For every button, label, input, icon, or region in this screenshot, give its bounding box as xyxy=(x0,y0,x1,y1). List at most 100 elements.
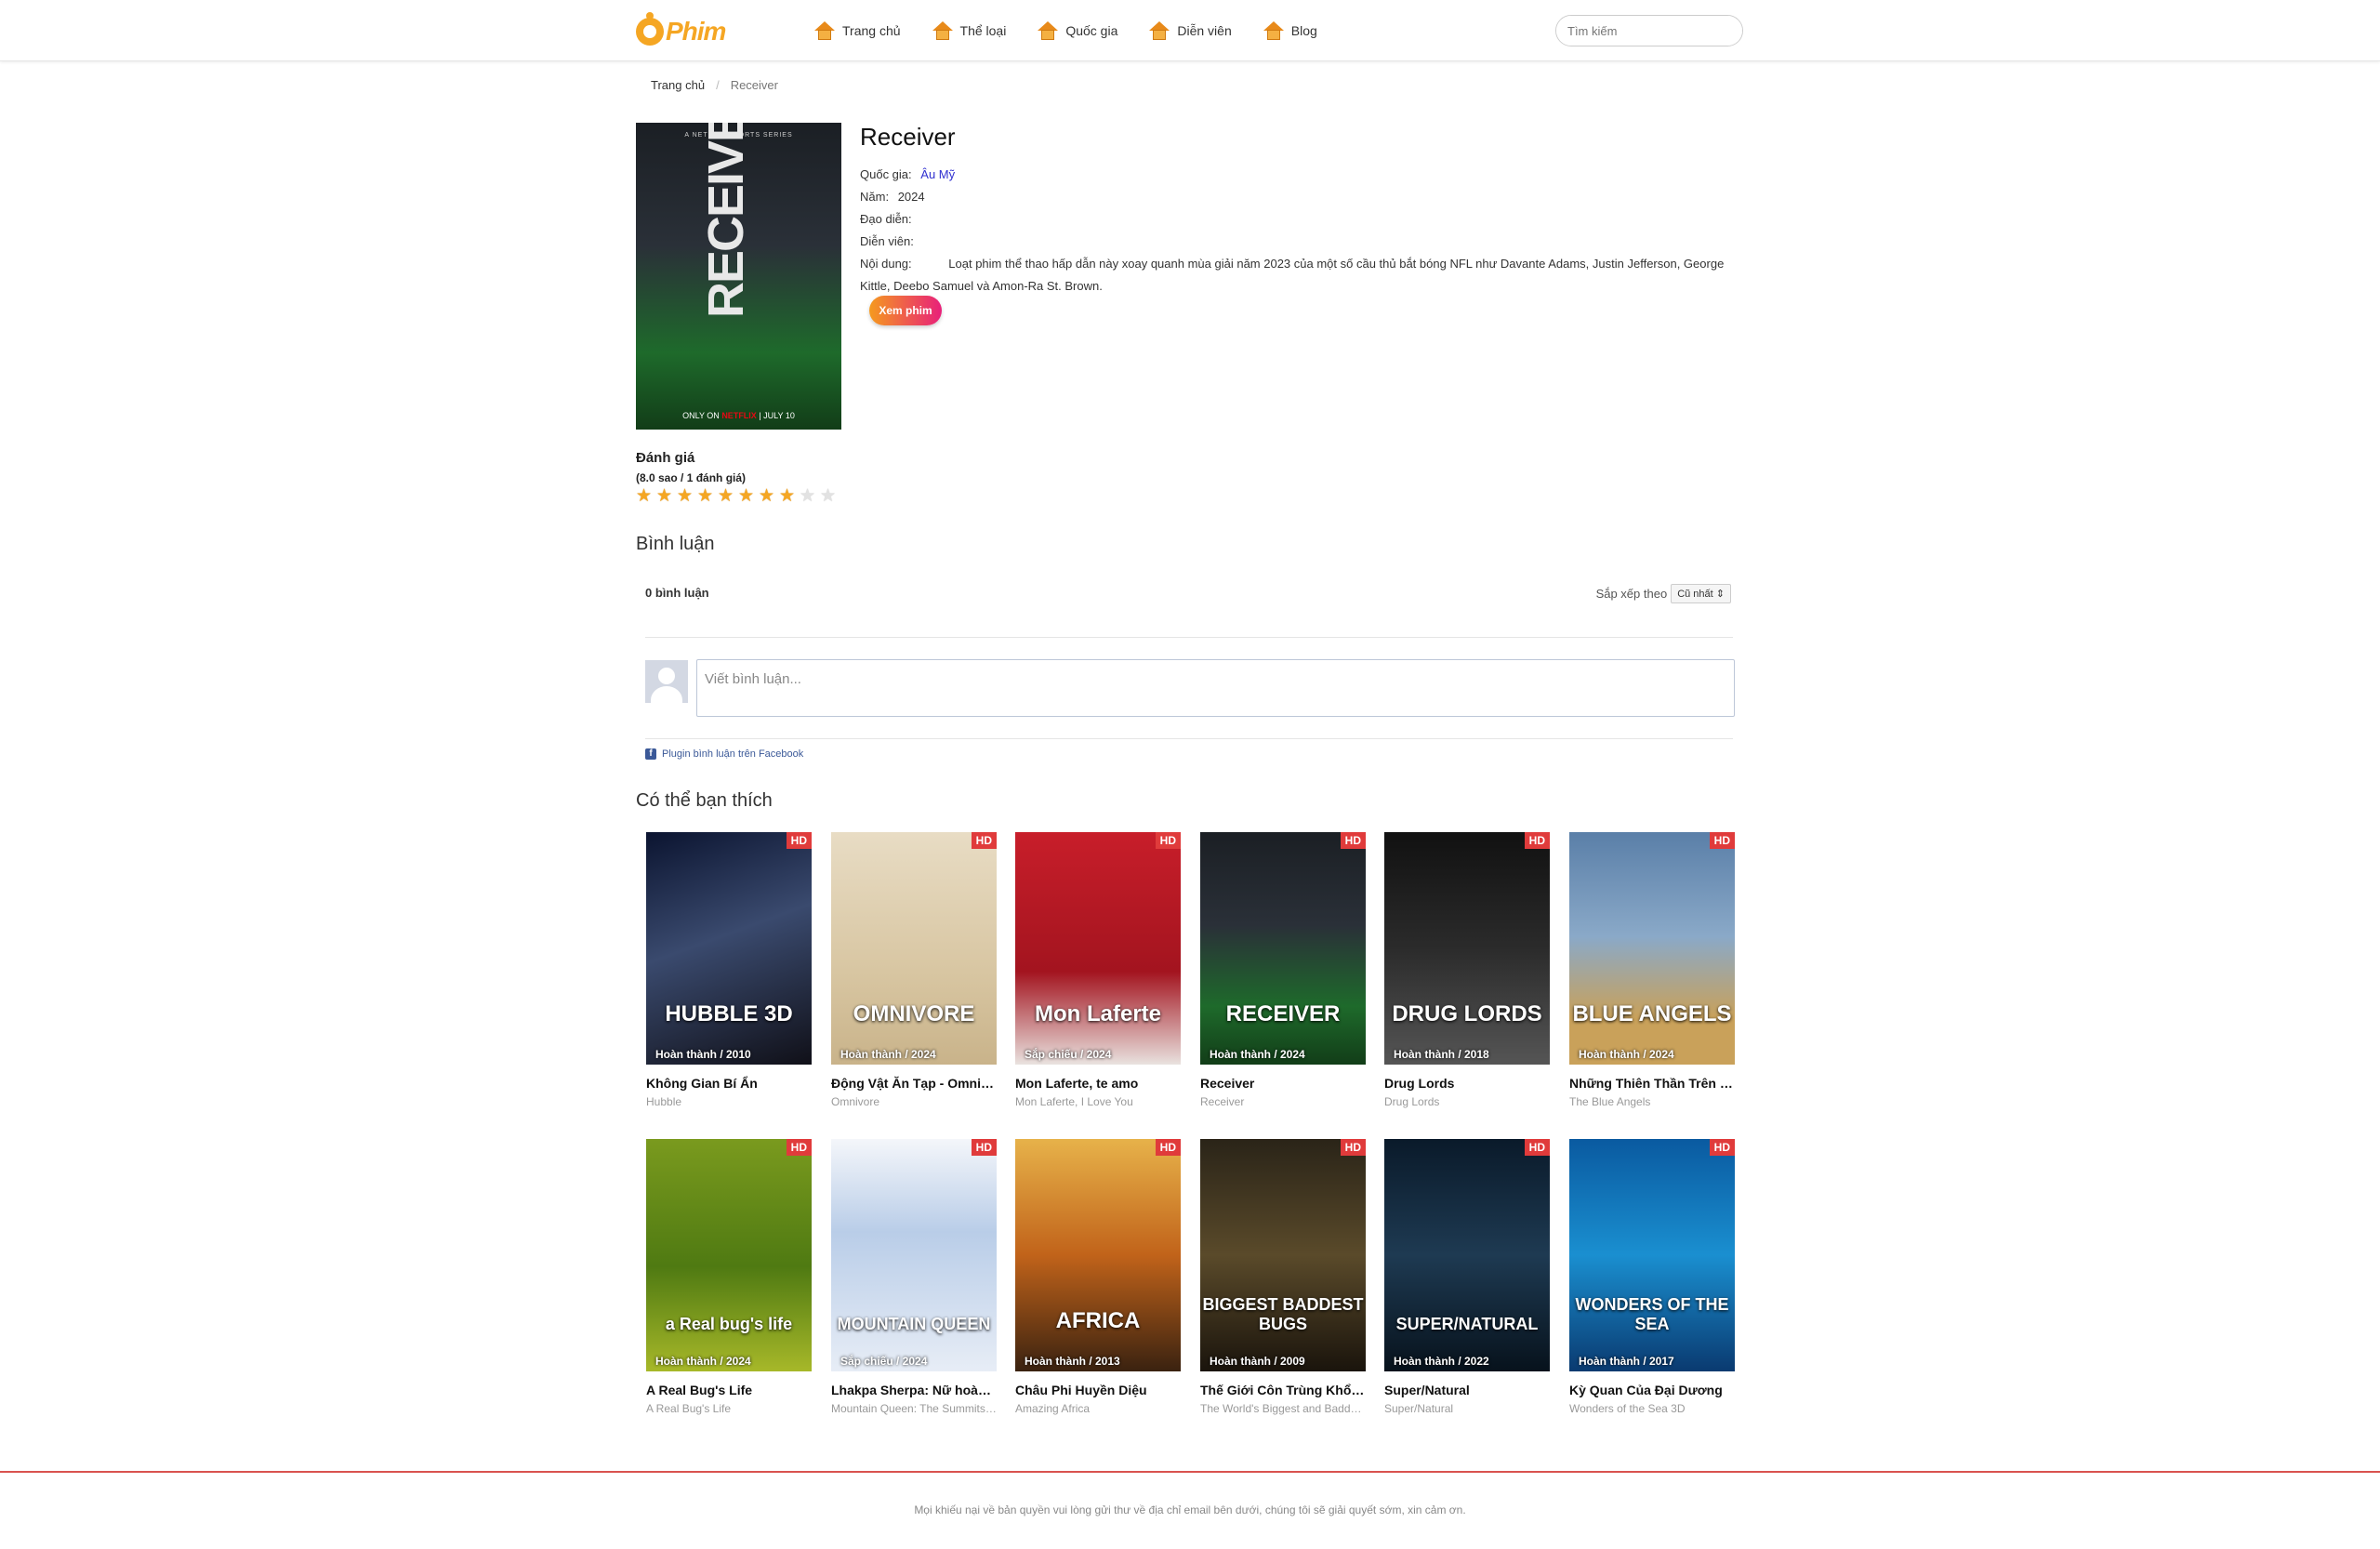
movie-card[interactable]: Mon Laferte HD Sắp chiếu / 2024 Mon Laferte… xyxy=(1015,832,1181,1108)
status-label: Hoàn thành / 2009 xyxy=(1210,1355,1305,1368)
movie-card-title[interactable]: Kỳ Quan Của Đại Dương xyxy=(1569,1383,1735,1397)
movie-card[interactable]: BLUE ANGELS HD Hoàn thành / 2024 Những Thiê… xyxy=(1569,832,1735,1108)
movie-card[interactable]: WONDERS OF THE SEA HD Hoàn thành / 2017 Kỳ … xyxy=(1569,1139,1735,1415)
poster-title: a Real bug's life xyxy=(665,1315,793,1333)
movie-card-title[interactable]: Drug Lords xyxy=(1384,1076,1550,1091)
home-icon xyxy=(1038,21,1059,40)
status-label: Hoàn thành / 2024 xyxy=(840,1048,936,1061)
movie-card[interactable]: HUBBLE 3D HD Hoàn thành / 2010 Không Gian B… xyxy=(646,832,812,1108)
home-icon xyxy=(1149,21,1170,40)
movie-card-original-title: A Real Bug's Life xyxy=(646,1402,732,1415)
movie-card-title[interactable]: Super/Natural xyxy=(1384,1383,1550,1397)
movie-card-poster[interactable]: OMNIVORE HD Hoàn thành / 2024 xyxy=(831,832,997,1065)
star-icon[interactable]: ★ xyxy=(718,487,736,506)
hd-badge: HD xyxy=(786,832,812,849)
movie-card-title[interactable]: Thế Giới Côn Trùng Khổng Lồ xyxy=(1200,1383,1366,1397)
rating-summary: (8.0 sao / 1 đánh giá) xyxy=(636,471,747,484)
poster-title: BIGGEST BADDEST BUGS xyxy=(1202,1295,1364,1333)
poster-title: HUBBLE 3D xyxy=(665,1001,793,1026)
star-icon[interactable]: ★ xyxy=(738,487,757,506)
movie-card-poster[interactable]: BLUE ANGELS HD Hoàn thành / 2024 xyxy=(1569,832,1735,1065)
search-button[interactable] xyxy=(1742,16,1743,46)
movie-card-title[interactable]: Không Gian Bí Ẩn xyxy=(646,1076,812,1091)
movie-card-title[interactable]: Receiver xyxy=(1200,1076,1366,1091)
movie-title: Receiver xyxy=(860,123,956,151)
movie-card-poster[interactable]: SUPER/NATURAL HD Hoàn thành / 2022 xyxy=(1384,1139,1550,1371)
star-icon[interactable]: ★ xyxy=(677,487,695,506)
movie-card-poster[interactable]: a Real bug's life HD Hoàn thành / 2024 xyxy=(646,1139,812,1371)
poster-brand: ONLY ON NETFLIX | JULY 10 xyxy=(682,411,795,420)
movie-card[interactable]: OMNIVORE HD Hoàn thành / 2024 Động Vật Ăn T… xyxy=(831,832,997,1108)
star-icon[interactable]: ★ xyxy=(636,487,654,506)
poster-title: WONDERS OF THE SEA xyxy=(1575,1295,1729,1333)
nav-item-home[interactable]: Trang chủ xyxy=(814,21,901,40)
movie-card-poster[interactable]: DRUG LORDS HD Hoàn thành / 2018 xyxy=(1384,832,1550,1065)
status-label: Hoàn thành / 2024 xyxy=(1579,1048,1674,1061)
search-input[interactable] xyxy=(1556,16,1742,46)
star-icon[interactable]: ★ xyxy=(656,487,675,506)
movie-card[interactable]: AFRICA HD Hoàn thành / 2013 Châu Phi Huyền … xyxy=(1015,1139,1181,1415)
movie-card-poster[interactable]: HUBBLE 3D HD Hoàn thành / 2010 xyxy=(646,832,812,1065)
sort-select[interactable]: Cũ nhất ⇕ xyxy=(1671,584,1731,603)
nav-item-actors[interactable]: Diễn viên xyxy=(1149,21,1232,40)
facebook-icon: f xyxy=(645,748,656,760)
status-label: Hoàn thành / 2024 xyxy=(655,1355,751,1368)
star-icon[interactable]: ★ xyxy=(820,487,839,506)
avatar xyxy=(645,660,688,703)
status-label: Sắp chiếu / 2024 xyxy=(840,1355,928,1368)
nav-item-genre[interactable]: Thể loại xyxy=(932,21,1006,40)
footer-text: Mọi khiếu nại về bản quyền vui lòng gửi … xyxy=(914,1503,1466,1516)
movie-card[interactable]: DRUG LORDS HD Hoàn thành / 2018 Drug Lords D… xyxy=(1384,832,1550,1108)
breadcrumb-home[interactable]: Trang chủ xyxy=(651,78,705,92)
site-logo[interactable]: Phim xyxy=(636,12,726,50)
logo-badge-icon xyxy=(636,12,664,46)
movie-card-title[interactable]: Lhakpa Sherpa: Nữ hoàng núi cao xyxy=(831,1383,997,1397)
sort-label: Sắp xếp theo xyxy=(1595,587,1668,601)
star-icon[interactable]: ★ xyxy=(759,487,777,506)
nav-label: Trang chủ xyxy=(842,23,901,38)
movie-card-poster[interactable]: AFRICA HD Hoàn thành / 2013 xyxy=(1015,1139,1181,1371)
movie-card-poster[interactable]: WONDERS OF THE SEA HD Hoàn thành / 2017 xyxy=(1569,1139,1735,1371)
breadcrumb-current: Receiver xyxy=(730,78,778,92)
movie-card-title[interactable]: Động Vật Ăn Tạp - Omnivore xyxy=(831,1076,997,1091)
movie-card[interactable]: a Real bug's life HD Hoàn thành / 2024 A Re… xyxy=(646,1139,812,1415)
nav-item-country[interactable]: Quốc gia xyxy=(1038,21,1117,40)
movie-card-title[interactable]: Châu Phi Huyền Diệu xyxy=(1015,1383,1181,1397)
movie-card[interactable]: MOUNTAIN QUEEN HD Sắp chiếu / 2024 Lhakpa S… xyxy=(831,1139,997,1415)
movie-card[interactable]: BIGGEST BADDEST BUGS HD Hoàn thành / 2009 T… xyxy=(1200,1139,1366,1415)
country-link[interactable]: Âu Mỹ xyxy=(920,167,955,181)
comment-input[interactable]: Viết bình luận... xyxy=(696,659,1735,717)
movie-card-poster[interactable]: Mon Laferte HD Sắp chiếu / 2024 xyxy=(1015,832,1181,1065)
poster-title: Mon Laferte xyxy=(1034,1001,1161,1026)
meta-country: Quốc gia: Âu Mỹ xyxy=(860,167,956,181)
movie-poster: A NETFLIX SPORTS SERIES RECEIVER ONLY ON… xyxy=(636,123,841,430)
status-label: Hoàn thành / 2017 xyxy=(1579,1355,1674,1368)
movie-card-title[interactable]: A Real Bug's Life xyxy=(646,1383,812,1397)
search-icon xyxy=(1742,26,1743,37)
movie-card-original-title: Omnivore xyxy=(831,1095,880,1108)
watch-button[interactable]: Xem phim xyxy=(869,296,942,325)
nav-item-blog[interactable]: Blog xyxy=(1263,21,1317,40)
status-label: Sắp chiếu / 2024 xyxy=(1025,1048,1112,1061)
movie-card[interactable]: RECEIVER HD Hoàn thành / 2024 Receiver Recei… xyxy=(1200,832,1366,1108)
home-icon xyxy=(814,21,835,40)
star-icon[interactable]: ★ xyxy=(779,487,798,506)
movie-card-poster[interactable]: MOUNTAIN QUEEN HD Sắp chiếu / 2024 xyxy=(831,1139,997,1371)
footer-divider xyxy=(0,1471,2380,1473)
movie-card-title[interactable]: Những Thiên Thần Trên Không xyxy=(1569,1076,1735,1091)
movie-card-poster[interactable]: BIGGEST BADDEST BUGS HD Hoàn thành / 2009 xyxy=(1200,1139,1366,1371)
nav-label: Diễn viên xyxy=(1177,23,1232,38)
movie-card-poster[interactable]: RECEIVER HD Hoàn thành / 2024 xyxy=(1200,832,1366,1065)
movie-card-original-title: Hubble xyxy=(646,1095,682,1108)
movie-card-title[interactable]: Mon Laferte, te amo xyxy=(1015,1076,1181,1091)
star-icon[interactable]: ★ xyxy=(697,487,716,506)
breadcrumb: Trang chủ / Receiver xyxy=(651,78,778,92)
hd-badge: HD xyxy=(1155,832,1181,849)
star-icon[interactable]: ★ xyxy=(800,487,818,506)
hd-badge: HD xyxy=(1340,1139,1366,1156)
facebook-plugin-link[interactable]: f Plugin bình luận trên Facebook xyxy=(645,738,1733,760)
hd-badge: HD xyxy=(1709,1139,1735,1156)
movie-card[interactable]: SUPER/NATURAL HD Hoàn thành / 2022 Super/Na… xyxy=(1384,1139,1550,1415)
movie-card-original-title: Wonders of the Sea 3D xyxy=(1569,1402,1686,1415)
comment-sort: Sắp xếp theo Cũ nhất ⇕ xyxy=(1596,584,1731,603)
